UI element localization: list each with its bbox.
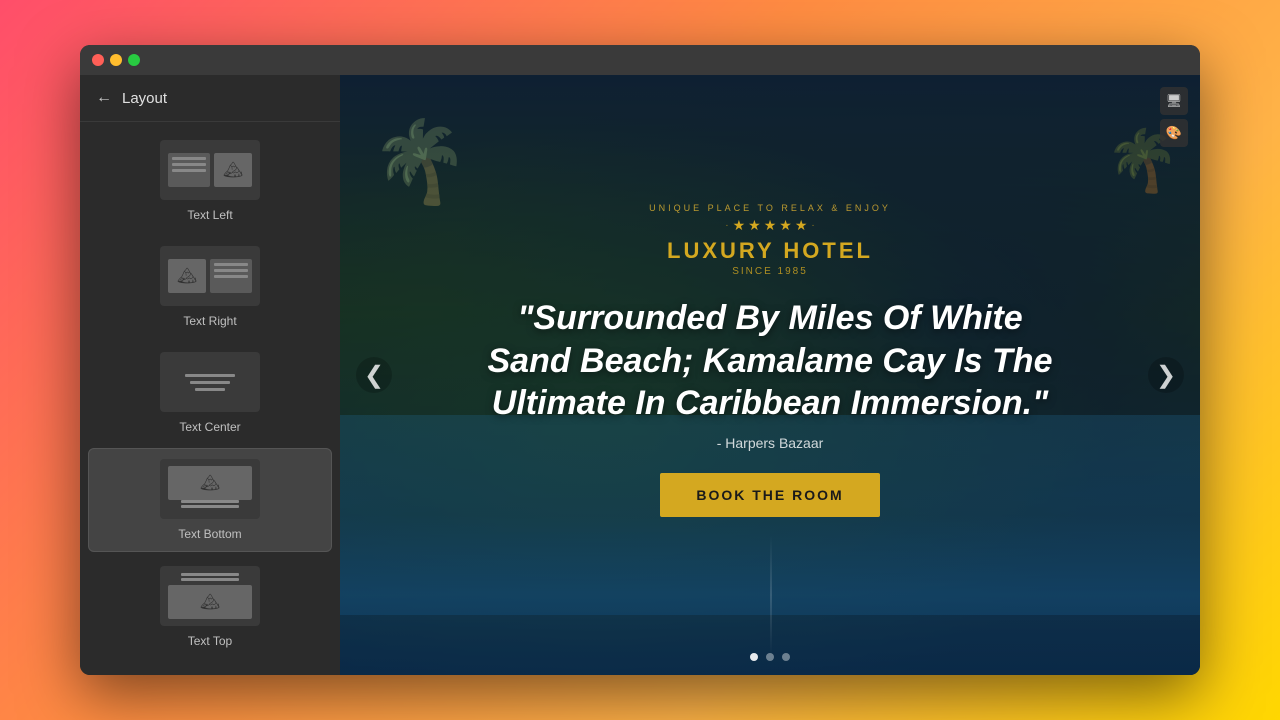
thumb-text-bottom <box>160 459 260 519</box>
thumb-inner-text-center <box>166 357 254 407</box>
top-text-block <box>168 573 252 585</box>
text-center-label: Text Center <box>179 420 240 434</box>
back-arrow[interactable]: ← <box>96 89 112 107</box>
layout-item-text-top[interactable]: Text Top <box>88 556 332 658</box>
monitor-icon-button[interactable]: 🖥 <box>1160 87 1188 115</box>
maximize-dot[interactable] <box>128 54 140 66</box>
star-4: ★ <box>779 217 792 234</box>
line-2 <box>190 381 230 384</box>
thumb-inner-text-top <box>166 571 254 621</box>
text-right-label: Text Right <box>183 314 236 328</box>
app-window: ← Layout <box>80 45 1200 675</box>
left-img-block <box>168 259 206 293</box>
layout-item-text-right[interactable]: Text Right <box>88 236 332 338</box>
line-2 <box>181 505 240 508</box>
hero-quote-text: "Surrounded By Miles Of White Sand Beach… <box>480 297 1060 425</box>
line-1 <box>185 374 235 377</box>
star-1: ★ <box>733 217 746 234</box>
thumb-inner-text-bottom <box>166 464 254 514</box>
minimize-dot[interactable] <box>110 54 122 66</box>
close-dot[interactable] <box>92 54 104 66</box>
left-text-block <box>168 153 210 187</box>
thumb-text-left <box>160 140 260 200</box>
carousel-prev-button[interactable]: ❮ <box>356 357 392 393</box>
hero-background: 🌴 🌴 UNIQUE PLACE TO RELAX & ENJOY · ★ ★ … <box>340 75 1200 675</box>
right-img-block <box>214 153 252 187</box>
stars: ★ ★ ★ ★ ★ <box>733 217 808 234</box>
right-toolbar: 🖥 🎨 <box>1160 87 1188 147</box>
star-5: ★ <box>795 217 808 234</box>
paint-icon-button[interactable]: 🎨 <box>1160 119 1188 147</box>
palm-left-deco: 🌴 <box>370 115 470 209</box>
line-1 <box>181 573 240 576</box>
star-3: ★ <box>764 217 777 234</box>
layout-item-text-center[interactable]: Text Center <box>88 342 332 444</box>
thumb-text-top <box>160 566 260 626</box>
slide-dot-2[interactable] <box>766 653 774 661</box>
content-area: ← Layout <box>80 75 1200 675</box>
star-2: ★ <box>748 217 761 234</box>
star-dot-right: · <box>811 220 814 231</box>
stars-row: · ★ ★ ★ ★ ★ · <box>649 217 891 234</box>
sidebar-header: ← Layout <box>80 75 340 122</box>
text-left-label: Text Left <box>187 208 232 222</box>
line-1 <box>172 157 206 160</box>
thumb-text-right <box>160 246 260 306</box>
line-3 <box>172 169 206 172</box>
top-img-block <box>168 466 252 500</box>
titlebar <box>80 45 1200 75</box>
line-1 <box>214 263 248 266</box>
line-1 <box>181 500 240 503</box>
thumb-inner-text-left <box>166 145 254 195</box>
sidebar-title: Layout <box>122 90 167 107</box>
carousel-next-button[interactable]: ❯ <box>1148 357 1184 393</box>
book-room-button[interactable]: BOOK THE ROOM <box>660 473 879 517</box>
thumb-inner-text-right <box>166 251 254 301</box>
layout-item-text-left[interactable]: Text Left <box>88 130 332 232</box>
hero-attribution: - Harpers Bazaar <box>480 435 1060 451</box>
window-controls <box>92 54 140 66</box>
text-bottom-label: Text Bottom <box>178 527 241 541</box>
bottom-img-block <box>168 585 252 619</box>
layout-items-list: Text Left Text Rig <box>80 122 340 666</box>
center-lines <box>180 374 240 391</box>
hotel-name: LUXURY HOTEL <box>649 238 891 264</box>
pool-line <box>770 535 772 655</box>
hero-quote-block: "Surrounded By Miles Of White Sand Beach… <box>480 297 1060 451</box>
line-2 <box>214 269 248 272</box>
monitor-icon: 🖥 <box>1166 93 1183 109</box>
sidebar: ← Layout <box>80 75 340 675</box>
hotel-since: Since 1985 <box>649 266 891 277</box>
paint-icon: 🎨 <box>1166 125 1182 141</box>
slide-dot-1[interactable] <box>750 653 758 661</box>
layout-item-text-bottom[interactable]: Text Bottom <box>88 448 332 552</box>
hotel-tagline: UNIQUE PLACE TO RELAX & ENJOY <box>649 203 891 213</box>
bottom-text-block <box>168 500 252 512</box>
star-dot-left: · <box>725 220 728 231</box>
line-3 <box>195 388 225 391</box>
thumb-text-center <box>160 352 260 412</box>
text-top-label: Text Top <box>188 634 232 648</box>
carousel-dots <box>750 653 790 661</box>
line-3 <box>214 275 248 278</box>
hotel-logo: UNIQUE PLACE TO RELAX & ENJOY · ★ ★ ★ ★ … <box>649 203 891 277</box>
right-text-block <box>210 259 252 293</box>
line-2 <box>172 163 206 166</box>
line-2 <box>181 578 240 581</box>
slide-dot-3[interactable] <box>782 653 790 661</box>
main-preview: 🌴 🌴 UNIQUE PLACE TO RELAX & ENJOY · ★ ★ … <box>340 75 1200 675</box>
